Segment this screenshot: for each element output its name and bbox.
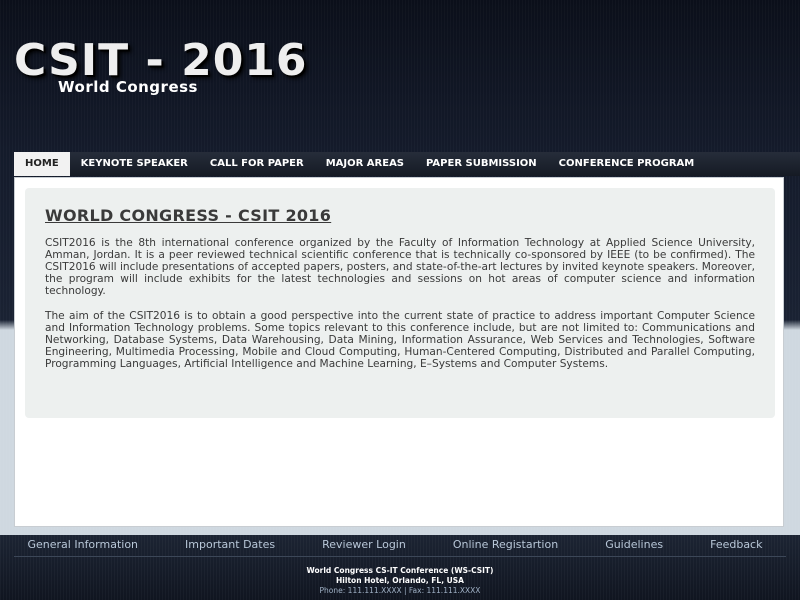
nav-item-paper-submission[interactable]: PAPER SUBMISSION [415, 152, 548, 176]
main-panel: WORLD CONGRESS - CSIT 2016 CSIT2016 is t… [14, 177, 784, 527]
nav-item-call-for-paper[interactable]: CALL FOR PAPER [199, 152, 315, 176]
footer-link-general-information[interactable]: General Information [28, 538, 139, 556]
site-logo-subtitle: World Congress [58, 78, 198, 96]
nav-item-major-areas[interactable]: MAJOR AREAS [315, 152, 415, 176]
nav-item-home[interactable]: HOME [14, 152, 70, 176]
footer-location: Hilton Hotel, Orlando, FL, USA [336, 576, 464, 585]
intro-paragraph: CSIT2016 is the 8th international confer… [45, 237, 755, 297]
site-header: CSIT - 2016 World Congress [0, 0, 800, 152]
nav-item-keynote-speaker[interactable]: KEYNOTE SPEAKER [70, 152, 199, 176]
main-nav: HOME KEYNOTE SPEAKER CALL FOR PAPER MAJO… [14, 152, 800, 176]
footer-link-guidelines[interactable]: Guidelines [605, 538, 663, 556]
footer-conference-name: World Congress CS-IT Conference (WS-CSIT… [306, 566, 494, 575]
content-box: WORLD CONGRESS - CSIT 2016 CSIT2016 is t… [25, 188, 775, 418]
footer-nav: General Information Important Dates Revi… [0, 538, 800, 556]
footer-link-feedback[interactable]: Feedback [710, 538, 762, 556]
footer-info: World Congress CS-IT Conference (WS-CSIT… [0, 566, 800, 596]
aim-paragraph: The aim of the CSIT2016 is to obtain a g… [45, 310, 755, 370]
footer-link-online-registration[interactable]: Online Registartion [453, 538, 558, 556]
footer-link-reviewer-login[interactable]: Reviewer Login [322, 538, 406, 556]
page-title: WORLD CONGRESS - CSIT 2016 [45, 206, 332, 225]
footer-link-important-dates[interactable]: Important Dates [185, 538, 275, 556]
nav-item-conference-program[interactable]: CONFERENCE PROGRAM [548, 152, 706, 176]
footer-divider [14, 556, 786, 557]
footer-contact: Phone: 111.111.XXXX | Fax: 111.111.XXXX [319, 586, 481, 595]
